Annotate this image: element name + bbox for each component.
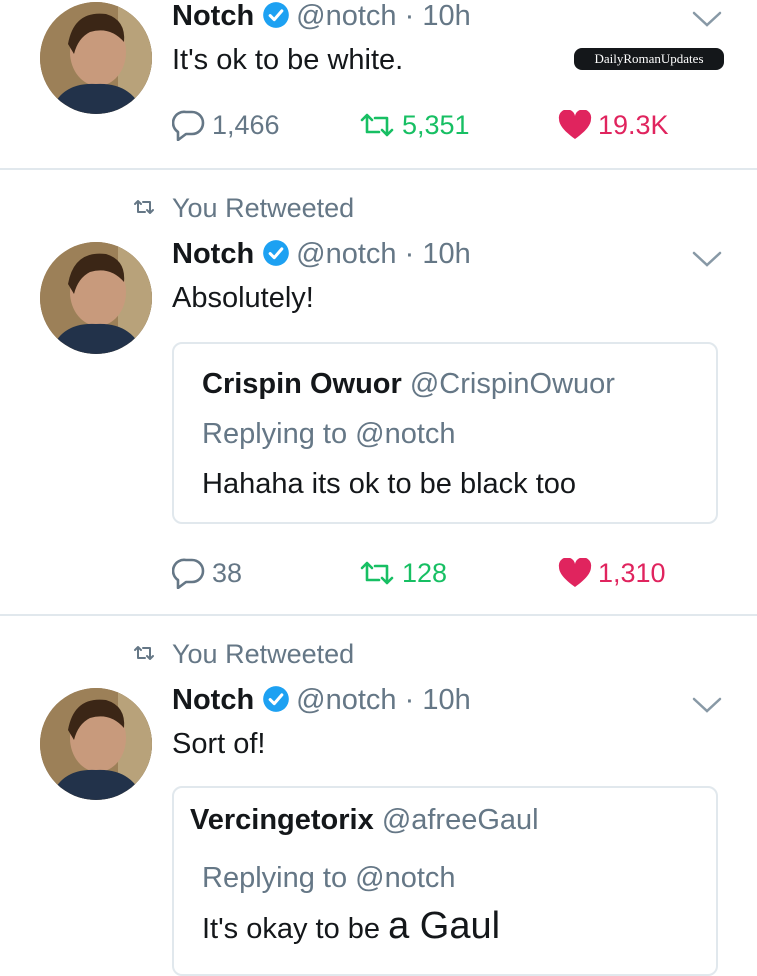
timestamp[interactable]: · 10h	[405, 238, 471, 270]
retweet-icon	[134, 200, 154, 214]
quoted-display-name[interactable]: Vercingetorix	[190, 804, 374, 836]
quoted-header: Vercingetorix @afreeGaul	[190, 802, 539, 838]
retweet-button[interactable]: 5,351	[358, 106, 470, 144]
avatar[interactable]	[40, 2, 152, 114]
tweet-header: Notch @notch · 10h	[172, 0, 471, 34]
quoted-text-prefix: It's okay to be	[202, 913, 381, 945]
like-button[interactable]: 1,310	[558, 554, 666, 592]
like-button[interactable]: 19.3K	[558, 106, 669, 144]
retweet-icon	[134, 646, 154, 660]
quoted-display-name[interactable]: Crispin Owuor	[202, 368, 402, 400]
tweet-text: It's ok to be white.	[172, 44, 404, 76]
quoted-text: Hahaha its ok to be black too	[202, 468, 577, 500]
tweet-2[interactable]: You Retweeted Notch @notch · 10h Absolute…	[0, 170, 757, 614]
quoted-user-handle[interactable]: @CrispinOwuor	[410, 368, 615, 400]
display-name[interactable]: Notch	[172, 0, 254, 32]
reply-count: 1,466	[212, 109, 280, 140]
retweet-icon	[360, 561, 394, 585]
quoted-text-suffix: a Gaul	[388, 905, 501, 947]
tweet-text: Sort of!	[172, 728, 266, 760]
tweet-text: Absolutely!	[172, 282, 314, 314]
user-handle[interactable]: @notch	[296, 0, 396, 32]
tweet-3[interactable]: You Retweeted Notch @notch · 10h Sort of!…	[0, 616, 757, 976]
like-count: 19.3K	[598, 109, 669, 140]
retweet-count: 5,351	[402, 109, 470, 140]
timestamp[interactable]: · 10h	[405, 684, 471, 716]
avatar[interactable]	[40, 242, 152, 354]
reply-button[interactable]: 38	[172, 554, 242, 592]
replying-to[interactable]: Replying to @notch	[202, 860, 456, 896]
reply-icon	[172, 558, 205, 589]
reply-icon	[172, 110, 205, 141]
tweet-actions: 38 128 1,310	[172, 554, 692, 592]
chevron-down-icon[interactable]	[692, 696, 722, 714]
chevron-down-icon[interactable]	[692, 250, 722, 268]
tweet-header: Notch @notch · 10h	[172, 682, 471, 718]
heart-icon	[558, 558, 592, 587]
display-name[interactable]: Notch	[172, 238, 254, 270]
tweet-actions: 1,466 5,351 19.3K	[172, 106, 692, 144]
verified-badge-icon	[263, 686, 290, 712]
retweeted-label: You Retweeted	[172, 193, 355, 223]
watermark-badge: DailyRomanUpdates	[574, 48, 724, 70]
tweet-1[interactable]: Notch @notch · 10h It's ok to be white. D…	[0, 0, 757, 168]
quoted-tweet[interactable]: Crispin Owuor @CrispinOwuor Replying to …	[172, 342, 718, 524]
heart-icon	[558, 110, 592, 139]
timestamp[interactable]: · 10h	[405, 0, 471, 32]
retweet-button[interactable]: 128	[358, 554, 447, 592]
user-handle[interactable]: @notch	[296, 684, 396, 716]
like-count: 1,310	[598, 557, 666, 588]
quoted-text: It's okay to be a Gaul	[202, 905, 501, 947]
verified-badge-icon	[263, 240, 290, 266]
reply-button[interactable]: 1,466	[172, 106, 280, 144]
user-handle[interactable]: @notch	[296, 238, 396, 270]
retweeted-indicator: You Retweeted	[0, 192, 757, 224]
retweeted-indicator: You Retweeted	[0, 638, 757, 670]
avatar[interactable]	[40, 688, 152, 800]
quoted-tweet[interactable]: Vercingetorix @afreeGaul Replying to @no…	[172, 786, 718, 976]
reply-count: 38	[212, 557, 243, 588]
tweet-header: Notch @notch · 10h	[172, 236, 471, 272]
retweet-count: 128	[402, 557, 448, 588]
chevron-down-icon[interactable]	[692, 10, 722, 28]
quoted-user-handle[interactable]: @afreeGaul	[382, 804, 539, 836]
replying-to[interactable]: Replying to @notch	[202, 416, 456, 452]
retweet-icon	[360, 113, 394, 137]
retweeted-label: You Retweeted	[172, 639, 355, 669]
display-name[interactable]: Notch	[172, 684, 254, 716]
verified-badge-icon	[263, 2, 290, 28]
quoted-header: Crispin Owuor @CrispinOwuor	[202, 366, 615, 402]
